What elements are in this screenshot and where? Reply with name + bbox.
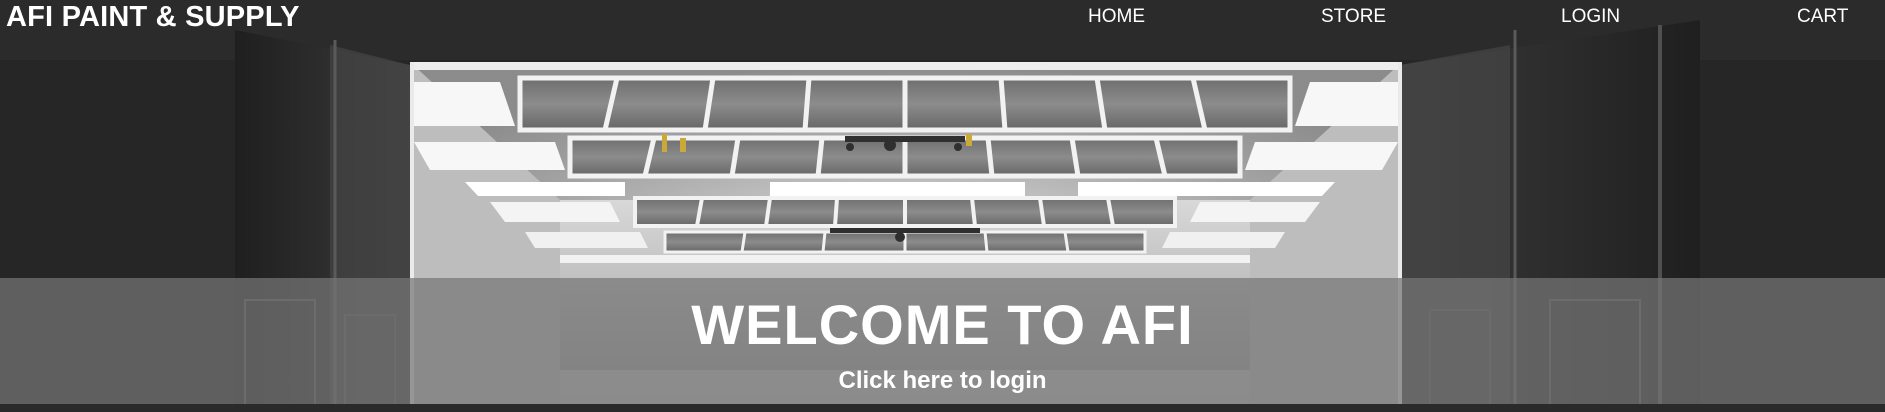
welcome-heading: WELCOME TO AFI <box>691 293 1194 356</box>
login-cta-link[interactable]: Click here to login <box>0 366 1885 396</box>
nav-store-link[interactable]: STORE <box>1321 0 1386 34</box>
welcome-banner: WELCOME TO AFI Click here to login <box>0 278 1885 404</box>
brand-logo-text[interactable]: AFI PAINT & SUPPLY <box>6 0 300 34</box>
bottom-edge <box>0 404 1885 412</box>
page: AFI PAINT & SUPPLY HOME STORE LOGIN CART… <box>0 0 1885 412</box>
nav-login-link[interactable]: LOGIN <box>1561 0 1620 34</box>
nav-home-link[interactable]: HOME <box>1088 0 1145 34</box>
top-navigation: AFI PAINT & SUPPLY HOME STORE LOGIN CART <box>0 0 1885 34</box>
nav-cart-link[interactable]: CART <box>1797 0 1848 34</box>
